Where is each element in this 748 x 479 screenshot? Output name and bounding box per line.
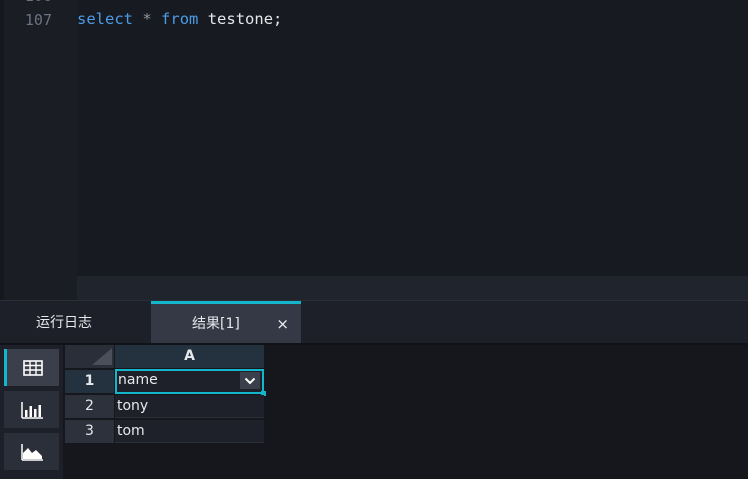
table-identifier: testone; <box>207 10 283 28</box>
cell-dropdown-button[interactable] <box>240 372 260 389</box>
keyword-from: from <box>161 10 199 28</box>
tab-run-log[interactable]: 运行日志 <box>0 301 150 345</box>
table-icon <box>23 359 43 376</box>
row-header[interactable]: 2 <box>65 395 114 418</box>
line-number-gutter: 106 107 <box>4 0 77 300</box>
grid-cell-selected[interactable]: name <box>115 369 266 396</box>
operator-star: * <box>142 10 152 28</box>
line-number: 107 <box>24 11 52 29</box>
chevron-down-icon <box>244 377 256 384</box>
line-number: 106 <box>25 0 52 5</box>
result-grid: A 1 name 2 tony 3 tom <box>65 345 266 445</box>
editor-horizontal-scrollbar[interactable] <box>77 276 748 300</box>
keyword-select: select <box>77 10 133 28</box>
cell-value: name <box>118 372 158 388</box>
view-toolbar <box>0 345 63 479</box>
bottom-tab-bar: 运行日志 结果[1] × <box>0 300 748 345</box>
table-view-button[interactable] <box>4 349 59 386</box>
tab-result-label: 结果[1] <box>192 316 240 332</box>
corner-triangle-icon <box>92 348 112 365</box>
bar-chart-view-button[interactable] <box>4 391 59 428</box>
row-header[interactable]: 3 <box>65 420 114 443</box>
grid-cell[interactable]: tony <box>115 395 264 418</box>
code-line[interactable]: select * from testone; <box>77 10 282 28</box>
sql-editor[interactable]: 106 107 select * from testone; <box>0 0 748 300</box>
area-chart-icon <box>20 443 43 461</box>
code-area[interactable]: select * from testone; <box>77 0 748 276</box>
tab-run-log-label: 运行日志 <box>36 315 92 331</box>
close-icon[interactable]: × <box>276 304 289 344</box>
column-header-a[interactable]: A <box>115 345 264 368</box>
select-all-corner[interactable] <box>65 345 114 368</box>
tab-result-1[interactable]: 结果[1] × <box>151 301 301 345</box>
grid-cell[interactable]: tom <box>115 420 264 443</box>
results-panel: A 1 name 2 tony 3 tom <box>0 345 748 479</box>
row-header[interactable]: 1 <box>65 370 114 393</box>
area-chart-view-button[interactable] <box>4 433 59 470</box>
sql-workbench: 106 107 select * from testone; 运行日志 结果[1… <box>0 0 748 479</box>
bar-chart-icon <box>20 401 43 419</box>
